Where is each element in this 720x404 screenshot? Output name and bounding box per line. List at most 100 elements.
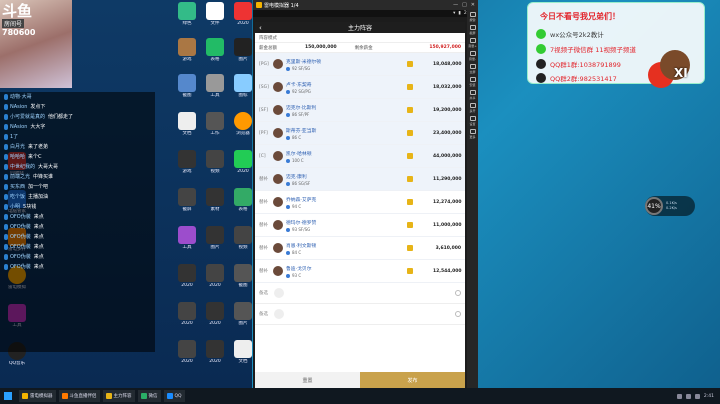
add-icon[interactable] xyxy=(455,311,461,317)
desktop-icon[interactable]: 工具 xyxy=(200,74,230,98)
desktop-icon[interactable]: 2020 xyxy=(172,264,202,288)
player-row[interactable]: 替补 德玛尔·德罗赞 93 SF/SG 11,000,000 xyxy=(255,214,465,237)
emulator-tool[interactable]: 更多 xyxy=(467,127,478,140)
desktop-icon[interactable]: 2020 xyxy=(200,340,230,364)
clock[interactable]: 2:41 xyxy=(704,394,714,399)
desktop-icon[interactable]: 2020 xyxy=(172,340,202,364)
emulator-tool[interactable]: 音量- xyxy=(467,49,478,62)
empty-slot[interactable]: 备选 xyxy=(255,283,465,304)
chat-text: 中锋买谁 xyxy=(33,174,54,180)
desktop-icon[interactable]: 素材 xyxy=(200,188,230,212)
emulator-tool[interactable]: 截屏 xyxy=(467,23,478,36)
player-row[interactable]: [SF] 迈克尔·比斯利 86 SF/PF 19,200,000 xyxy=(255,99,465,122)
maximize-icon[interactable]: □ xyxy=(462,2,467,8)
desktop-icon[interactable]: 绿色 xyxy=(172,2,202,26)
desktop-icon[interactable]: 视频 xyxy=(200,150,230,174)
team-icon xyxy=(286,89,290,94)
empty-slot[interactable]: 备选 xyxy=(255,304,465,325)
formation-row[interactable]: 阵容模式 xyxy=(255,33,465,43)
desktop-icon[interactable]: 2020 xyxy=(172,302,202,326)
player-meta: 93 C xyxy=(286,273,407,278)
chat-message: 买东西 加一个吧 xyxy=(0,182,155,192)
banner-title: 今日不看号我兄弟们！ xyxy=(540,12,620,21)
minimize-icon[interactable]: — xyxy=(453,2,458,8)
player-info: 斯蒂芬·亚当斯 86 C xyxy=(286,127,407,140)
emulator-tool[interactable]: 按键 xyxy=(467,10,478,23)
desktop-icon[interactable]: 工具 xyxy=(172,226,202,250)
start-button[interactable] xyxy=(0,388,16,404)
player-row[interactable]: [SG] 卢卡·东契奇 92 SG/PG 18,032,000 xyxy=(255,76,465,99)
qq-line-2: QQ群2群:982531417 xyxy=(550,75,617,83)
reset-button[interactable]: 重置 xyxy=(255,372,360,388)
player-row[interactable]: 替补 肖恩·利文斯顿 84 C 3,610,000 xyxy=(255,237,465,260)
chat-message: NAsion 大大字 xyxy=(0,122,155,132)
tool-label: 安装 xyxy=(469,82,476,87)
desktop-icon[interactable]: 文件 xyxy=(200,2,230,26)
player-row[interactable]: 替补 鲁迪·戈贝尔 93 C 12,544,000 xyxy=(255,260,465,283)
desktop-icon[interactable]: 2020 xyxy=(200,302,230,326)
chat-username: NAsion xyxy=(10,124,28,130)
player-row[interactable]: [PF] 斯蒂芬·亚当斯 86 C 23,400,000 xyxy=(255,122,465,145)
tool-label: 共享 xyxy=(469,95,476,100)
coin-icon xyxy=(407,153,413,159)
fan-badge xyxy=(4,233,8,240)
remaining-label: 剩余薪金 xyxy=(354,45,373,51)
task-icon xyxy=(105,393,112,399)
desktop-icon[interactable]: 截屏 xyxy=(172,188,202,212)
player-row[interactable]: 替补 乔纳森·艾萨克 94 C 12,274,000 xyxy=(255,191,465,214)
taskbar-task[interactable]: 主力阵容 xyxy=(102,390,135,402)
desktop-icon[interactable]: 游戏 xyxy=(172,150,202,174)
emulator-tool[interactable]: 安装 xyxy=(467,75,478,88)
emulator-window[interactable]: 雷电模拟器 1/4 — □ ✕ ▾ ▮ 2:41 ‹ 主力阵容 阵容模式 薪金总… xyxy=(253,0,478,388)
chat-text: 来点 xyxy=(33,224,44,230)
emulator-titlebar[interactable]: 雷电模拟器 1/4 — □ ✕ xyxy=(253,0,478,10)
close-icon[interactable]: ✕ xyxy=(471,2,475,8)
desktop-icon[interactable]: 表格 xyxy=(200,38,230,62)
chat-text: 来点 xyxy=(33,234,44,240)
team-icon xyxy=(286,204,290,209)
emulator-tool[interactable]: 多开 xyxy=(467,101,478,114)
emulator-tool[interactable]: 音量+ xyxy=(467,36,478,49)
player-salary: 12,274,000 xyxy=(433,199,462,205)
tray-icon[interactable] xyxy=(676,393,682,399)
desktop-icon[interactable]: 文档 xyxy=(172,112,202,136)
taskbar-task[interactable]: QQ xyxy=(163,390,185,402)
qq-icon xyxy=(536,73,546,83)
volume-icon[interactable] xyxy=(694,393,700,399)
game-header: ‹ 主力阵容 xyxy=(255,22,465,33)
tool-icon xyxy=(469,63,476,69)
network-widget[interactable]: 41% 0.1K/s 0.2K/s xyxy=(645,196,695,216)
player-row[interactable]: [PG] 克里斯·米德尔顿 92 SF/SG 18,048,000 xyxy=(255,53,465,76)
coin-icon xyxy=(407,107,413,113)
desktop-icon[interactable]: 2020 xyxy=(200,264,230,288)
fan-badge xyxy=(4,143,8,150)
back-icon[interactable]: ‹ xyxy=(259,24,262,32)
qq-icon xyxy=(536,59,546,69)
player-role: SF/SG xyxy=(298,226,311,232)
player-ovr: 84 xyxy=(292,249,298,255)
desktop-icon[interactable]: 图片 xyxy=(200,226,230,250)
emulator-tool[interactable]: 设置 xyxy=(467,114,478,127)
player-role: SG/PG xyxy=(298,88,311,94)
player-role: C xyxy=(300,157,304,163)
desktop-icon[interactable]: 工作 xyxy=(200,112,230,136)
emulator-tool[interactable]: 全屏 xyxy=(467,62,478,75)
tray-icon[interactable] xyxy=(685,393,691,399)
taskbar-task[interactable]: 雷电模拟器 xyxy=(19,390,56,402)
player-row[interactable]: [C] 凯尔·哈林顿 100 C 44,000,000 xyxy=(255,145,465,168)
wifi-icon: ▾ xyxy=(453,11,456,16)
taskbar-task[interactable]: 微信 xyxy=(137,390,161,402)
player-name: 迈克·康利 xyxy=(286,174,307,180)
player-ovr: 94 xyxy=(292,203,298,209)
player-row[interactable]: 替补 迈克·康利 86 SG/SF 11,290,000 xyxy=(255,168,465,191)
desktop-icon[interactable]: 游戏 xyxy=(172,38,202,62)
taskbar-task[interactable]: 斗鱼直播伴侣 xyxy=(58,390,100,402)
add-icon[interactable] xyxy=(455,290,461,296)
chat-username: 哈哈哈 xyxy=(10,154,26,160)
player-position: 替补 xyxy=(259,269,268,274)
tool-icon xyxy=(469,11,476,17)
publish-button[interactable]: 发布 xyxy=(360,372,465,388)
chat-text: 主播加油 xyxy=(28,194,49,200)
emulator-tool[interactable]: 共享 xyxy=(467,88,478,101)
desktop-icon[interactable]: 截图 xyxy=(172,74,202,98)
